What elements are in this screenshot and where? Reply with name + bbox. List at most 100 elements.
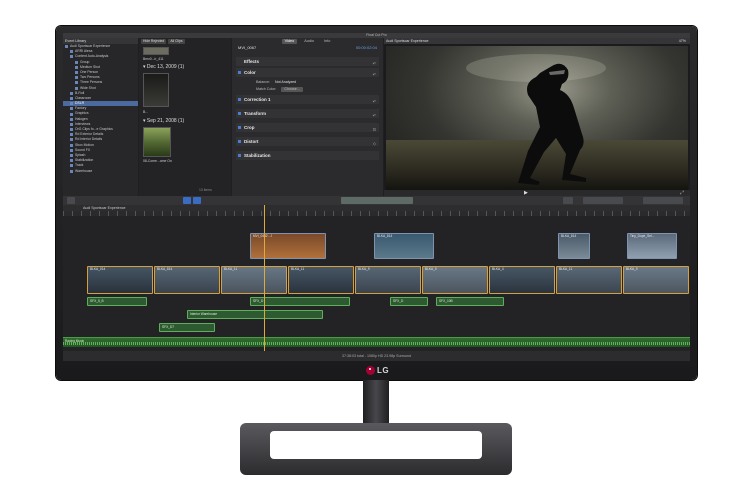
section-transform[interactable]: Transform ↶ [236,109,379,118]
section-correction[interactable]: Correction 1 ↶ [236,95,379,104]
reset-icon[interactable]: ↶ [373,111,376,120]
tool-effects[interactable] [583,197,623,204]
match-color-row: Match Color: Choose... [232,86,383,93]
playhead[interactable] [264,205,265,351]
section-distort[interactable]: Distort ◇ [236,137,379,146]
clip-label: BLKA_9 [626,267,638,271]
viewer: Audi Sportscar Experience 47% ▶ ⤢ [384,38,690,196]
item-count: 13 items [199,188,212,192]
section-color[interactable]: Color ↶ [236,68,379,77]
brand-logo: LG [366,366,389,375]
event-browser: Hide Rejected All Clips Bmx0...ir_411 ▾ … [139,38,231,196]
storyline-clip[interactable]: BLKA_9 [623,266,689,294]
tool-share[interactable] [643,197,683,204]
connected-clip[interactable]: MVI_0432 - J [250,233,326,259]
reset-icon[interactable]: ↶ [373,70,376,79]
audio-clip[interactable]: SFX_5_B [87,297,147,306]
enable-checkbox[interactable] [238,112,241,115]
clip-label: BLKA_11 [559,267,573,271]
clip-thumbnail[interactable] [143,73,169,107]
choose-button[interactable]: Choose... [281,87,303,92]
event-icon [70,154,73,158]
reset-icon[interactable]: ↶ [373,97,376,106]
hide-rejected-dropdown[interactable]: Hide Rejected [141,39,167,44]
storyline-clip[interactable]: BLKA_814 [154,266,220,294]
tab-video[interactable]: Video [281,39,298,44]
enable-checkbox[interactable] [238,154,241,157]
clip-label: BLKA_4 [492,267,504,271]
connected-clip[interactable]: BLKA_814 [558,233,590,259]
audio-clip[interactable]: SFX_10B [436,297,504,306]
viewer-header: Audi Sportscar Experience 47% [384,38,690,44]
import-button[interactable] [67,197,75,204]
base-cutout [270,431,482,459]
insert-button[interactable] [193,197,201,204]
clip-label: B... [143,110,149,114]
storyline-clip[interactable]: BLKA_11 [556,266,622,294]
enable-checkbox[interactable] [238,126,241,129]
event-icon [70,159,73,163]
event-icon [70,164,73,168]
music-waveform [63,342,690,345]
clip-label: BLKA_9 [358,267,370,271]
section-stabilization[interactable]: Stabilization [236,151,379,160]
event-icon [70,55,73,59]
event-icon [75,76,78,80]
audio-clip[interactable]: SFX_D [390,297,428,306]
audio-clip[interactable]: SFX_D [250,297,350,306]
event-icon [70,169,73,173]
event-icon [70,50,73,54]
zoom-level[interactable]: 47% [679,38,686,44]
lg-logo-icon [366,366,375,375]
clip-thumbnail[interactable] [143,47,169,55]
event-icon [75,86,78,90]
match-color-label: Match Color: [256,87,277,91]
library-item-label: Warehouse [75,168,93,173]
timeline[interactable]: MVI_0432 - J BLKA_814 BLKA_814 Tiny_Dope… [63,211,690,351]
enable-checkbox[interactable] [238,140,241,143]
storyline-clip[interactable]: BLKA_11 [288,266,354,294]
tool-select[interactable] [563,197,573,204]
clip-label: BLKA_814 [157,267,173,271]
event-icon [75,81,78,85]
storyline-clip[interactable]: BLKA_9 [355,266,421,294]
timeline-ruler[interactable] [63,211,690,216]
event-icon [70,138,73,142]
reset-icon[interactable]: ↶ [373,59,376,68]
storyline-clip[interactable]: BLKA_9 [422,266,488,294]
all-clips-filter[interactable]: All Clips [168,39,185,44]
date-label: Dec 13, 2009 (1) [146,64,185,70]
enable-checkbox[interactable] [238,71,241,74]
audio-clip[interactable]: Interior Warehouse [187,310,323,319]
balance-row: Balance: Not Analyzed [232,79,383,86]
viewer-frame[interactable] [386,46,688,190]
storyline-clip[interactable]: BLKA_014 [87,266,153,294]
clip-thumbnail[interactable] [143,127,171,157]
tab-info[interactable]: Info [321,39,333,44]
date-group-header[interactable]: ▾ Sep 21, 2008 (1) [139,118,184,124]
inspector: Video Audio Info MVI_0067 00:00:02:04 Effe… [232,38,383,196]
figure-silhouette [466,54,606,185]
library-item[interactable]: Warehouse [63,169,138,174]
event-icon [70,107,73,111]
enable-checkbox[interactable] [238,98,241,101]
toolbar [63,196,690,205]
tab-audio[interactable]: Audio [301,39,317,44]
viewer-title: Audi Sportscar Experience [386,39,429,43]
storyline-clip[interactable]: BLKA_4 [489,266,555,294]
brand-name: LG [377,366,390,375]
crop-icon[interactable]: ⊡ [373,125,376,134]
audio-clip[interactable]: SFX_D7 [159,323,215,332]
clip-label: BLKA_11 [224,267,238,271]
event-library: Event Library Audi Sportscar Experience A… [63,38,138,196]
distort-icon[interactable]: ◇ [373,139,376,148]
date-label: Sep 21, 2008 (1) [146,118,185,124]
section-crop[interactable]: Crop ⊡ [236,123,379,132]
connect-button[interactable] [183,197,191,204]
connected-clip[interactable]: Tiny_Dope_Sel... [627,233,677,259]
connected-clip[interactable]: BLKA_814 [374,233,434,259]
storyline-clip[interactable]: BLKA_11 [221,266,287,294]
timecode-display[interactable] [341,197,413,204]
section-effects[interactable]: Effects ↶ [236,57,379,66]
date-group-header[interactable]: ▾ Dec 13, 2009 (1) [139,64,184,70]
